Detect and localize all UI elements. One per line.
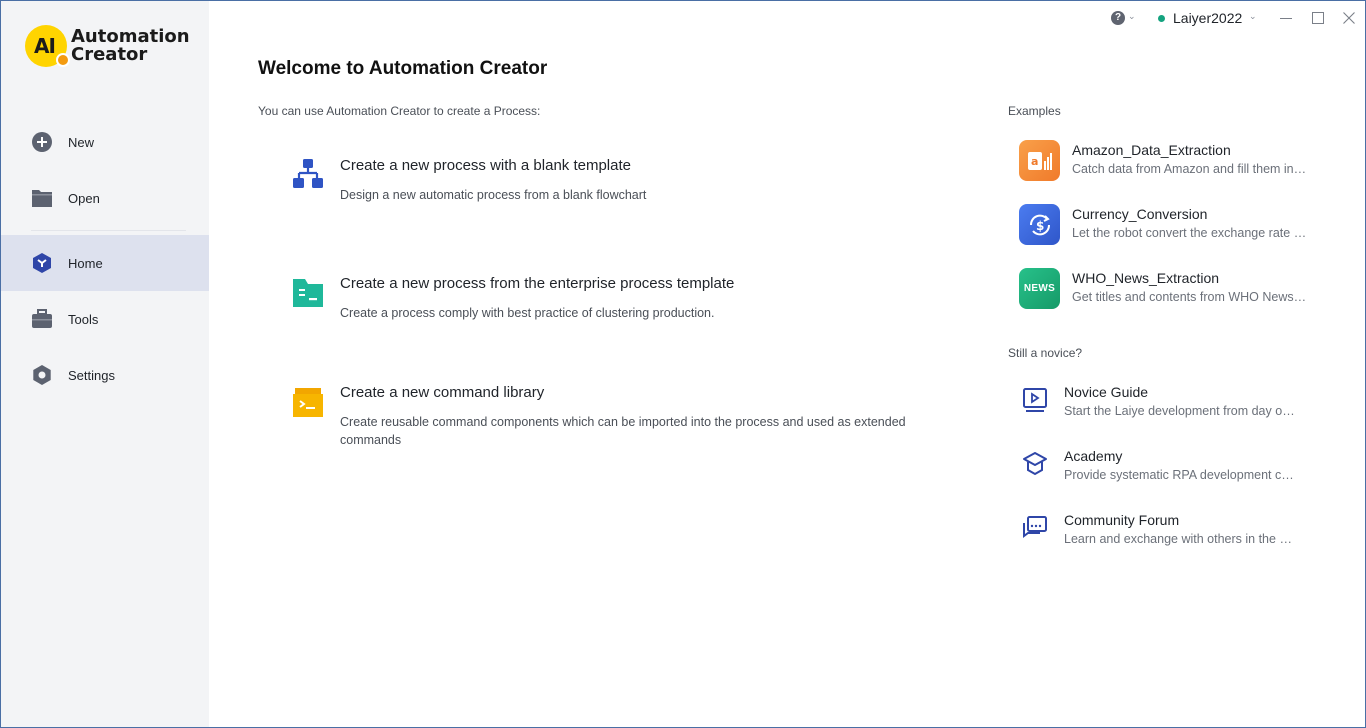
sidebar: AI Automation Creator New Open Home Tool… [1,1,209,727]
resource-title: Community Forum [1064,512,1180,528]
close-button[interactable] [1337,7,1361,29]
resource-community-forum[interactable]: Community Forum Learn and exchange with … [1021,512,1321,552]
example-title: Amazon_Data_Extraction [1072,142,1231,158]
sidebar-item-label: Tools [68,311,99,327]
news-icon: NEWS [1019,268,1060,309]
option-description: Create reusable command components which… [340,415,906,447]
resource-description: Learn and exchange with others in the co… [1064,532,1296,546]
pen-badge-icon [56,53,70,67]
online-status-dot [1158,15,1165,22]
maximize-button[interactable] [1306,7,1330,29]
sidebar-item-home[interactable]: Home [1,235,209,291]
sidebar-item-label: Settings [68,367,115,383]
option-description: Design a new automatic process from a bl… [340,188,647,202]
help-icon[interactable]: ? [1111,11,1125,25]
maximize-icon [1312,12,1324,24]
app-logo: AI Automation Creator [25,25,190,67]
close-icon [1343,12,1355,24]
example-currency-conversion[interactable]: $ Currency_Conversion Let the robot conv… [1019,204,1319,246]
example-title: Currency_Conversion [1072,206,1208,222]
logo-mark-text: AI [34,34,56,58]
minimize-icon [1280,18,1292,19]
examples-label: Examples [1008,104,1061,118]
sidebar-item-label: Home [68,255,103,271]
sidebar-item-new[interactable]: New [1,114,209,170]
example-description: Catch data from Amazon and fill them int… [1072,162,1308,176]
command-library-icon [293,388,323,417]
option-enterprise-template[interactable]: Create a new process from the enterprise… [281,275,941,325]
option-title: Create a new process from the enterprise… [340,275,735,292]
chevron-down-icon[interactable]: ⌄ [1249,11,1257,22]
video-play-icon [1023,388,1047,412]
resource-description: Provide systematic RPA development cours… [1064,468,1296,482]
novice-label: Still a novice? [1008,346,1083,360]
example-title: WHO_News_Extraction [1072,270,1220,286]
flowchart-icon [293,159,323,188]
resource-novice-guide[interactable]: Novice Guide Start the Laiye development… [1021,384,1321,424]
example-description: Let the robot convert the exchange rate … [1072,226,1308,240]
logo-text: Automation Creator [71,28,190,64]
currency-icon: $ [1019,204,1060,245]
page-title: Welcome to Automation Creator [258,58,548,79]
sidebar-item-label: Open [68,190,100,206]
plus-circle-icon [31,131,53,153]
toolbox-icon [31,308,53,330]
option-command-library[interactable]: Create a new command library Create reus… [281,384,941,450]
option-description: Create a process comply with best practi… [340,306,715,320]
amazon-chart-icon: a [1019,140,1060,181]
user-name[interactable]: Laiyer2022 [1173,10,1242,26]
example-amazon-data-extraction[interactable]: a Amazon_Data_Extraction Catch data from… [1019,140,1319,182]
logo-mark-icon: AI [25,25,70,67]
home-hexagon-icon [31,252,53,274]
chevron-down-icon[interactable]: ⌄ [1128,11,1136,22]
option-blank-template[interactable]: Create a new process with a blank templa… [281,157,941,207]
sidebar-divider [31,230,186,231]
folder-icon [31,187,53,209]
svg-text:$: $ [1036,219,1044,233]
graduation-cap-icon [1023,452,1047,476]
resource-title: Academy [1064,448,1123,464]
gear-icon [31,364,53,386]
example-description: Get titles and contents from WHO News we… [1072,290,1308,304]
resource-title: Novice Guide [1064,384,1149,400]
chat-bubbles-icon [1023,516,1047,538]
minimize-button[interactable] [1274,7,1298,29]
sidebar-item-open[interactable]: Open [1,170,209,226]
app-window: AI Automation Creator New Open Home Tool… [0,0,1366,728]
example-who-news-extraction[interactable]: NEWS WHO_News_Extraction Get titles and … [1019,268,1319,310]
resource-description: Start the Laiye development from day one [1064,404,1296,418]
logo-line-2: Creator [71,44,148,65]
option-title: Create a new command library [340,384,545,401]
page-subtitle: You can use Automation Creator to create… [258,104,541,118]
svg-text:a: a [1031,155,1038,168]
resource-academy[interactable]: Academy Provide systematic RPA developme… [1021,448,1321,488]
option-title: Create a new process with a blank templa… [340,157,631,174]
sidebar-item-label: New [68,134,95,150]
sidebar-item-settings[interactable]: Settings [1,347,209,403]
sidebar-item-tools[interactable]: Tools [1,291,209,347]
news-icon-text: NEWS [1023,283,1056,294]
enterprise-template-icon [293,279,323,307]
